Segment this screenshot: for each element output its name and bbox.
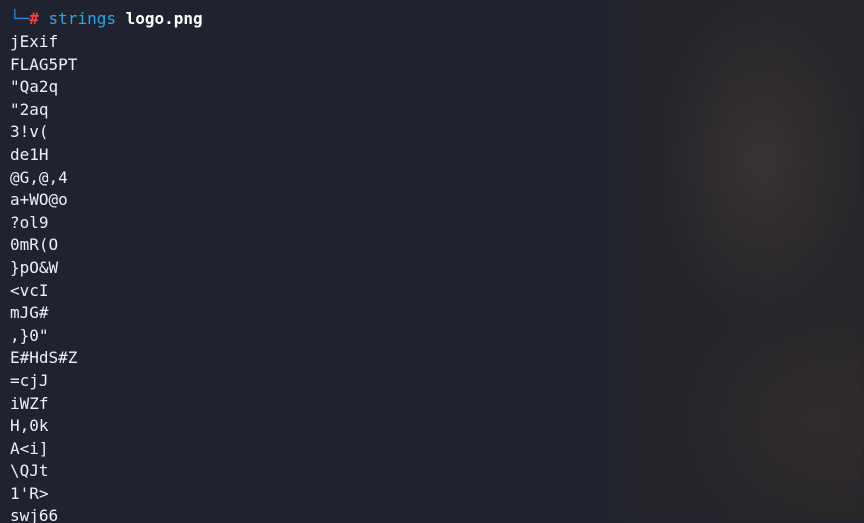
output-line: iWZf [10, 393, 49, 413]
output-line: 0mR(O [10, 235, 59, 255]
root-prompt-symbol: # [29, 9, 39, 28]
output-line: de1H [10, 144, 49, 164]
output-line: swj66 [10, 506, 59, 523]
output-line: FLAG5PT [10, 54, 78, 74]
output-line: E#HdS#Z [10, 348, 78, 368]
output-line: 1'R> [10, 483, 49, 503]
terminal-content: └─# strings logo.png jExif FLAG5PT "Qa2q… [0, 0, 864, 523]
output-line: a+WO@o [10, 190, 68, 210]
command-name: strings [48, 9, 116, 28]
prompt-corner-glyph: └─ [10, 9, 30, 28]
output-line: @G,@,4 [10, 167, 68, 187]
output-line: mJG# [10, 303, 49, 323]
output-line: 3!v( [10, 122, 49, 142]
command-output: jExif FLAG5PT "Qa2q "2aq 3!v( de1H @G,@,… [10, 31, 77, 523]
output-line: ,}0" [10, 325, 49, 345]
output-line: =cjJ [10, 370, 49, 390]
output-line: \QJt [10, 461, 49, 481]
output-line: <vcI [10, 280, 49, 300]
output-line: jExif [10, 32, 59, 51]
output-line: A<i] [10, 438, 49, 458]
command-prompt-line: └─# strings logo.png [10, 8, 203, 30]
output-line: "Qa2q [10, 77, 59, 97]
output-line: ?ol9 [10, 212, 49, 232]
command-argument: logo.png [125, 9, 203, 28]
terminal-window[interactable]: └─# strings logo.png jExif FLAG5PT "Qa2q… [0, 0, 864, 523]
output-line: H,0k [10, 416, 49, 436]
output-line: }pO&W [10, 257, 59, 277]
output-line: "2aq [10, 99, 49, 119]
